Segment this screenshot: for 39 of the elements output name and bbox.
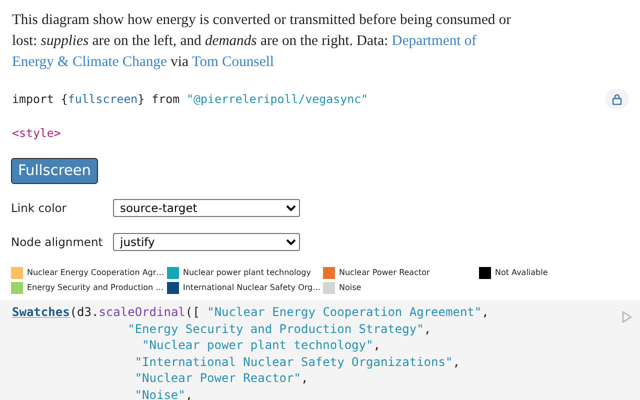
code-text: (d3. (70, 305, 99, 319)
code-string: "Nuclear power plant technology" (142, 338, 374, 352)
code-function: Swatches (12, 305, 70, 319)
dropdown[interactable]: justify (113, 233, 300, 251)
source-link[interactable]: Department of (392, 33, 476, 49)
legend-label: Noise (339, 283, 362, 292)
legend-label: Nuclear Energy Cooperation Agr… (27, 268, 164, 277)
lock-icon[interactable] (605, 89, 629, 109)
code-keyword: from (152, 92, 180, 106)
code-text: , (300, 371, 308, 386)
code-text: , (424, 322, 432, 336)
source-link[interactable]: Tom Counsell (192, 54, 274, 70)
legend-label: Energy Security and Production … (27, 283, 164, 292)
code-keyword: import (12, 92, 54, 106)
code-text: { (60, 92, 68, 106)
code-text: , (452, 354, 460, 369)
code-text: , (373, 338, 380, 352)
code-string: "Nuclear Energy Cooperation Agreement" (207, 305, 482, 319)
code-text: } (138, 92, 145, 106)
control-label: Link color (11, 201, 68, 215)
code-string: "International Nuclear Safety Organizations" (134, 354, 453, 369)
description-text: This diagram show how energy is converted or transmitted before being consumed or lost: supplies are on the left, and demands are on the right. Data: Department of Energy & Climate Change via Tom Counsell (11, 11, 512, 72)
code-variable: fullscreen (68, 92, 138, 106)
code-string: "Noise" (134, 388, 186, 400)
code-string: "Energy Security and Production Strategy" (128, 322, 424, 336)
code-method: scaleOrdinal (98, 305, 186, 319)
fullscreen-button[interactable]: Fullscreen (11, 158, 98, 184)
legend-label: Not Avaliable (495, 268, 548, 277)
code-string: "@pierreleripoll/vegasync" (186, 92, 368, 106)
dropdown[interactable]: source-target (113, 199, 300, 217)
code-text: , (482, 305, 489, 319)
code-text: ([ (185, 305, 200, 319)
source-link[interactable]: Energy & Climate Change (12, 54, 167, 70)
legend-label: Nuclear Power Reactor (339, 268, 430, 277)
legend-label: Nuclear power plant technology (183, 268, 311, 277)
code-string: "Nuclear Power Reactor" (134, 371, 301, 386)
style-tag: <style> (12, 126, 628, 140)
legend-label: International Nuclear Safety Org… (183, 283, 321, 292)
control-label: Node alignment (11, 235, 104, 249)
